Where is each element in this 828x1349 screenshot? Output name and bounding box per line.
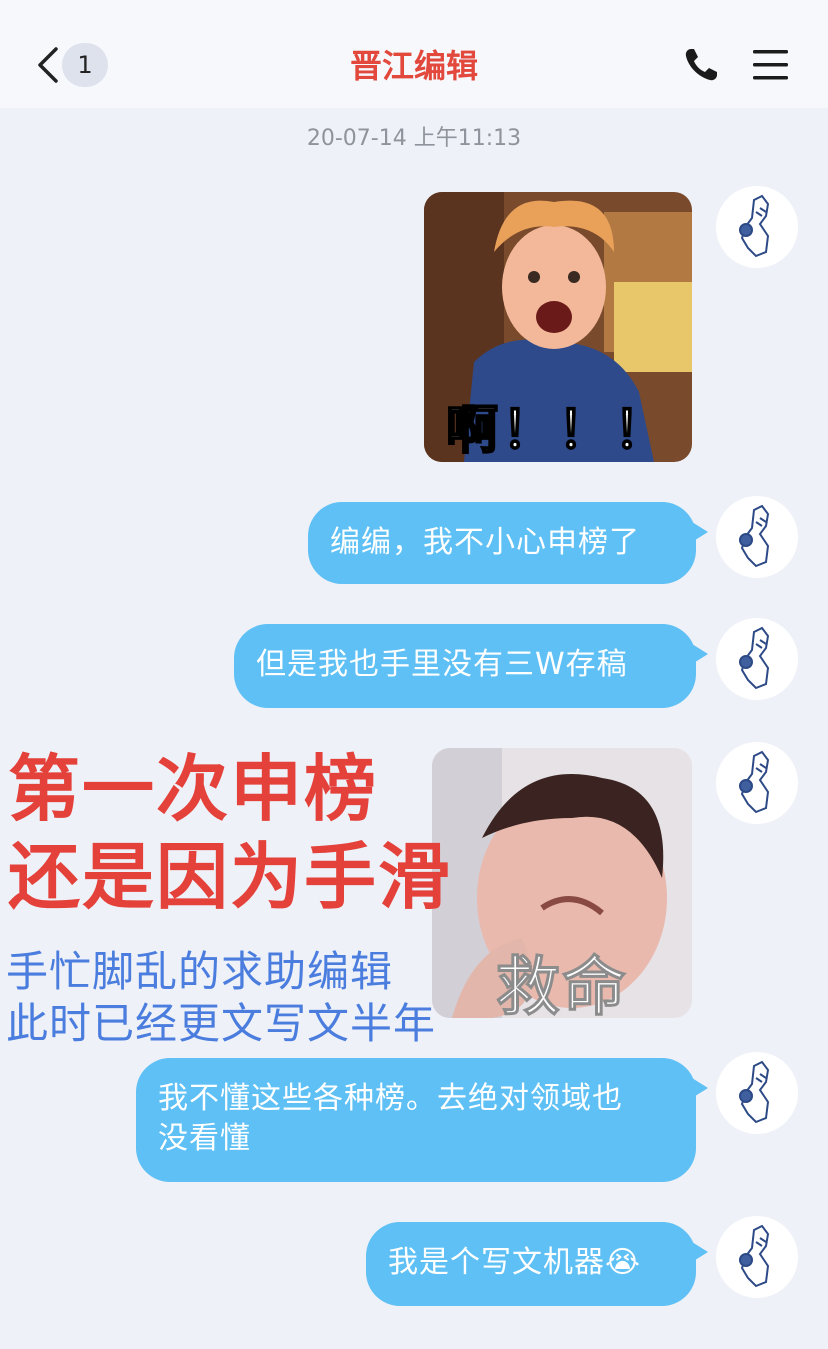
annotation-blue-line: 手忙脚乱的求助编辑 <box>6 947 394 996</box>
sticker-caption: 救命 <box>496 951 628 1019</box>
sticker-message[interactable]: 救命 <box>432 748 692 1018</box>
sticker-caption: 啊！！！ <box>445 400 670 462</box>
message-text: 编编，我不小心申榜了 <box>330 525 640 560</box>
user-avatar[interactable] <box>716 618 798 700</box>
menu-button[interactable] <box>750 44 792 86</box>
text-message-bubble[interactable]: 编编，我不小心申榜了 <box>308 502 708 584</box>
user-avatar[interactable] <box>716 1216 798 1298</box>
user-avatar[interactable] <box>716 496 798 578</box>
hamburger-menu-icon <box>753 50 788 80</box>
text-message-bubble[interactable]: 我是个写文机器😭 <box>366 1222 708 1306</box>
chat-header: 1 晋江编辑 <box>0 0 828 108</box>
message-text: 但是我也手里没有三W存稿 <box>256 647 628 682</box>
text-message-bubble[interactable]: 但是我也手里没有三W存稿 <box>234 624 708 708</box>
message-text-line: 没看懂 <box>158 1121 251 1156</box>
user-avatar[interactable] <box>716 1052 798 1134</box>
text-message-bubble[interactable]: 我不懂这些各种榜。去绝对领域也 没看懂 <box>136 1058 708 1182</box>
message-text-line: 我不懂这些各种榜。去绝对领域也 <box>158 1081 623 1116</box>
user-avatar[interactable] <box>716 742 798 824</box>
call-button[interactable] <box>680 44 722 86</box>
unread-count-badge: 1 <box>62 43 108 87</box>
user-avatar[interactable] <box>716 186 798 268</box>
sticker-message[interactable]: 啊！！！ <box>424 192 692 462</box>
annotation-blue-line: 此时已经更文写文半年 <box>6 999 437 1048</box>
message-timestamp: 20-07-14 上午11:13 <box>306 126 522 151</box>
annotation-red-line: 还是因为手滑 <box>8 835 453 919</box>
chat-title: 晋江编辑 <box>349 47 478 85</box>
annotation-red-line: 第一次申榜 <box>8 747 379 831</box>
back-button[interactable]: 1 <box>28 42 118 88</box>
phone-icon <box>685 49 717 81</box>
message-text: 我是个写文机器😭 <box>388 1245 642 1280</box>
